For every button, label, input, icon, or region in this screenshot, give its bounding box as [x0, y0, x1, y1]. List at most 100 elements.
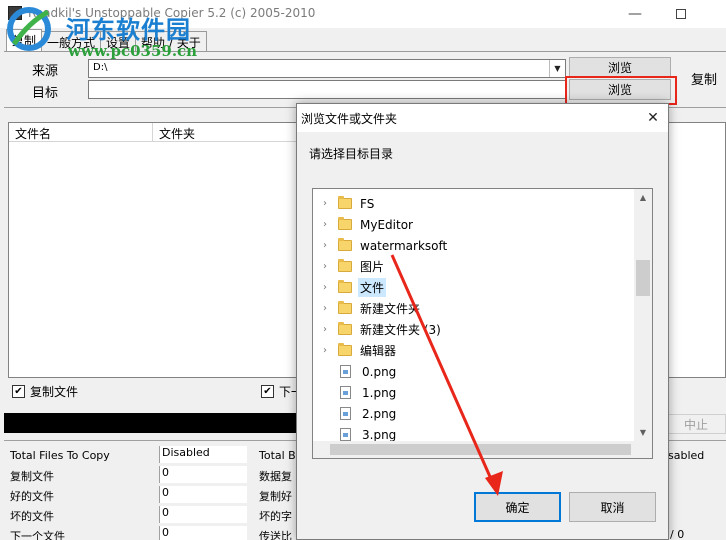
- folder-icon: [338, 280, 352, 293]
- image-file-icon: [340, 386, 351, 399]
- tree-item-label: 新建文件夹 (3): [360, 323, 441, 337]
- browse-source-button[interactable]: 浏览: [569, 57, 671, 78]
- tree-item-label: 2.png: [362, 406, 397, 421]
- tree-folder-item[interactable]: › 新建文件夹 (3): [313, 319, 635, 340]
- vertical-scrollbar[interactable]: ▲ ▼: [634, 189, 652, 441]
- stat-label: 好的文件: [10, 490, 54, 503]
- maximize-icon: [676, 9, 686, 19]
- tree-file-item[interactable]: 2.png: [313, 403, 635, 424]
- minimize-icon: —: [628, 6, 642, 22]
- window-title: Roadkil's Unstoppable Copier 5.2 (c) 200…: [28, 6, 316, 20]
- tree-folder-item[interactable]: › 新建文件夹: [313, 298, 635, 319]
- source-label: 来源: [32, 64, 59, 79]
- tab-panel-border: [4, 51, 726, 52]
- tree-item-label: watermarksoft: [360, 238, 448, 253]
- tree-folder-item[interactable]: › 文件: [313, 277, 635, 298]
- stat-label: 坏的文件: [10, 510, 54, 523]
- close-icon[interactable]: ✕: [642, 107, 664, 129]
- chevron-right-icon[interactable]: ›: [318, 345, 332, 356]
- stat-value: sabled: [668, 449, 705, 462]
- image-file-icon: [340, 407, 351, 420]
- chevron-right-icon[interactable]: ›: [318, 198, 332, 209]
- tree-file-item[interactable]: 0.png: [313, 361, 635, 382]
- image-file-icon: [340, 428, 351, 441]
- maximize-button[interactable]: [658, 0, 704, 28]
- folder-icon: [338, 343, 352, 356]
- tree-item-label: 编辑器: [360, 344, 397, 358]
- folder-icon: [338, 301, 352, 314]
- tree-folder-item[interactable]: › watermarksoft: [313, 235, 635, 256]
- folder-icon: [338, 217, 352, 230]
- title-bar: Roadkil's Unstoppable Copier 5.2 (c) 200…: [0, 0, 726, 28]
- next-checkbox[interactable]: ✔: [261, 385, 274, 398]
- annotation-highlight-box: [565, 76, 677, 105]
- stat-value: 0: [159, 526, 247, 540]
- stat-value: 0: [159, 466, 247, 483]
- column-header-filename[interactable]: 文件名: [9, 123, 153, 142]
- app-icon: [8, 6, 22, 20]
- folder-icon: [338, 259, 352, 272]
- tree-item-label: 新建文件夹: [360, 302, 421, 316]
- target-label: 目标: [32, 86, 59, 101]
- tree-item-label: MyEditor: [360, 217, 413, 232]
- tab-bar: 复制 一般方式 设置 帮助 / 关于: [6, 29, 207, 51]
- dialog-prompt: 请选择目标目录: [309, 147, 394, 161]
- tree-folder-item[interactable]: › MyEditor: [313, 214, 635, 235]
- stop-button[interactable]: 中止: [666, 414, 726, 434]
- chevron-right-icon[interactable]: ›: [318, 282, 332, 293]
- stat-label: 下一个文件: [10, 530, 65, 540]
- tab-help-about[interactable]: 帮助 / 关于: [135, 31, 207, 51]
- stat-label: 传送比: [259, 530, 292, 540]
- column-header-folder[interactable]: 文件夹: [153, 123, 303, 142]
- chevron-right-icon[interactable]: ›: [318, 261, 332, 272]
- tree-item-label: 文件: [358, 278, 387, 297]
- chevron-right-icon[interactable]: ›: [318, 303, 332, 314]
- browse-folder-dialog: 浏览文件或文件夹 ✕ 请选择目标目录 › FS › MyEditor › watermar…: [296, 103, 669, 540]
- tree-item-label: 0.png: [362, 364, 397, 379]
- stat-value: Disabled: [159, 446, 247, 463]
- folder-tree[interactable]: › FS › MyEditor › watermarksoft › 图片 › 文件 › 新建文件夹 › 新…: [312, 188, 653, 459]
- chevron-down-icon[interactable]: ▼: [549, 60, 565, 77]
- stat-value: 0: [159, 486, 247, 503]
- copy-files-label: 复制文件: [30, 385, 79, 399]
- stat-label: 坏的字: [259, 510, 292, 523]
- image-file-icon: [340, 365, 351, 378]
- copy-button[interactable]: 复制: [682, 60, 726, 96]
- chevron-right-icon[interactable]: ›: [318, 219, 332, 230]
- minimize-button[interactable]: —: [612, 0, 658, 28]
- tree-item-label: FS: [360, 196, 375, 211]
- target-input[interactable]: [88, 80, 566, 99]
- stat-label: 复制好: [259, 490, 292, 503]
- scroll-up-icon[interactable]: ▲: [634, 189, 652, 206]
- chevron-right-icon[interactable]: ›: [318, 324, 332, 335]
- stat-label: 数据复: [259, 470, 292, 483]
- ok-button[interactable]: 确定: [474, 492, 561, 522]
- folder-icon: [338, 322, 352, 335]
- stat-value: / 0: [670, 528, 685, 540]
- tree-file-item[interactable]: 1.png: [313, 382, 635, 403]
- tree-folder-item[interactable]: › FS: [313, 193, 635, 214]
- tree-folder-item[interactable]: › 图片: [313, 256, 635, 277]
- copy-files-checkbox[interactable]: ✔: [12, 385, 25, 398]
- cancel-button[interactable]: 取消: [569, 492, 656, 522]
- horizontal-scrollbar[interactable]: [313, 441, 652, 458]
- stat-value: 0: [159, 506, 247, 523]
- tab-settings[interactable]: 设置: [100, 31, 137, 51]
- tab-general[interactable]: 一般方式: [41, 31, 102, 51]
- copy-files-option[interactable]: ✔ 复制文件: [12, 383, 78, 400]
- folder-icon: [338, 196, 352, 209]
- tree-item-label: 1.png: [362, 385, 397, 400]
- source-value: D:\: [93, 62, 108, 73]
- stat-label: 复制文件: [10, 470, 54, 483]
- dialog-title: 浏览文件或文件夹: [301, 112, 398, 126]
- dialog-title-bar: 浏览文件或文件夹 ✕: [297, 104, 668, 132]
- folder-icon: [338, 238, 352, 251]
- chevron-right-icon[interactable]: ›: [318, 240, 332, 251]
- source-combobox[interactable]: D:\ ▼: [88, 59, 566, 78]
- tree-folder-item[interactable]: › 编辑器: [313, 340, 635, 361]
- scrollbar-thumb[interactable]: [330, 444, 631, 455]
- tree-item-label: 图片: [360, 260, 385, 274]
- scrollbar-thumb[interactable]: [636, 260, 650, 296]
- scroll-down-icon[interactable]: ▼: [634, 424, 652, 441]
- tab-copy[interactable]: 复制: [6, 29, 43, 51]
